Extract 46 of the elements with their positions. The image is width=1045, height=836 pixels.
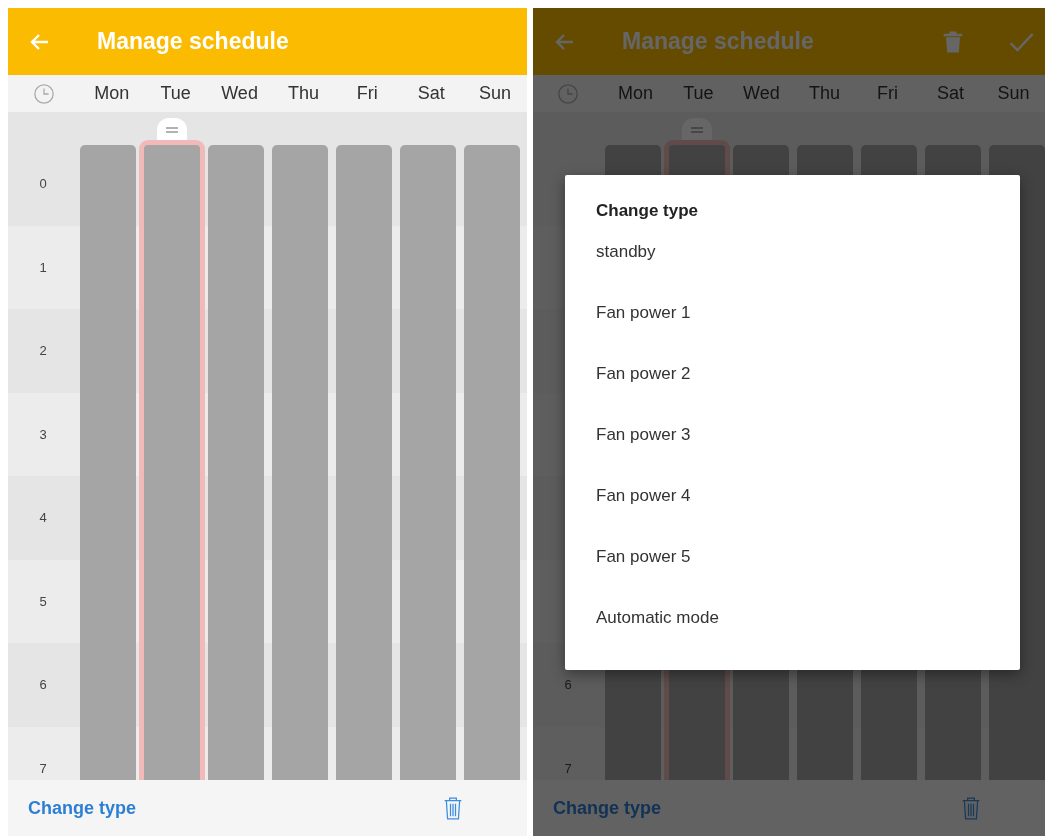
hour-label: 1: [39, 259, 47, 275]
menu-option[interactable]: standby: [596, 221, 656, 282]
dialog-title: Change type: [596, 201, 699, 221]
change-type-button[interactable]: Change type: [22, 793, 143, 823]
hour-label: 6: [39, 677, 47, 693]
clock-icon: [557, 82, 580, 105]
day-label: Sat: [935, 83, 965, 104]
trash-icon[interactable]: [443, 795, 463, 821]
day-column[interactable]: [272, 145, 328, 780]
hour-label: 6: [564, 677, 572, 693]
day-label: Fri: [355, 83, 379, 104]
screen-title: Manage schedule: [97, 28, 289, 55]
day-label: Thu: [286, 83, 320, 104]
menu-option[interactable]: Automatic mode: [596, 587, 719, 648]
menu-option[interactable]: Fan power 2: [596, 343, 691, 404]
hour-label: 3: [39, 426, 47, 442]
day-column[interactable]: [336, 145, 392, 780]
menu-option[interactable]: Fan power 5: [596, 526, 691, 587]
screen-title: Manage schedule: [622, 28, 814, 55]
day-column[interactable]: [80, 145, 136, 780]
hour-label: 7: [39, 760, 47, 776]
menu-option[interactable]: Fan power 4: [596, 465, 691, 526]
day-label: Sat: [416, 83, 446, 104]
day-column[interactable]: [208, 145, 264, 780]
day-label: Wed: [742, 83, 781, 104]
day-label: Mon: [616, 83, 654, 104]
hour-label: 7: [564, 760, 572, 776]
hour-label: 5: [39, 593, 47, 609]
menu-option[interactable]: Fan power 1: [596, 282, 691, 343]
day-column[interactable]: [400, 145, 456, 780]
trash-icon[interactable]: [961, 795, 981, 821]
hour-label: 2: [39, 343, 47, 359]
day-label: Sun: [996, 83, 1031, 104]
hour-label: 0: [39, 176, 47, 192]
menu-option[interactable]: Fan power 3: [596, 404, 691, 465]
hour-label: 4: [39, 510, 47, 526]
clock-icon: [32, 82, 55, 105]
day-label: Wed: [220, 83, 259, 104]
day-column[interactable]: [464, 145, 520, 780]
day-label: Fri: [875, 83, 899, 104]
day-label: Tue: [159, 83, 192, 104]
day-label: Sun: [478, 83, 513, 104]
day-column[interactable]: [139, 140, 205, 780]
day-label: Tue: [682, 83, 715, 104]
day-label: Mon: [93, 83, 131, 104]
day-label: Thu: [807, 83, 841, 104]
